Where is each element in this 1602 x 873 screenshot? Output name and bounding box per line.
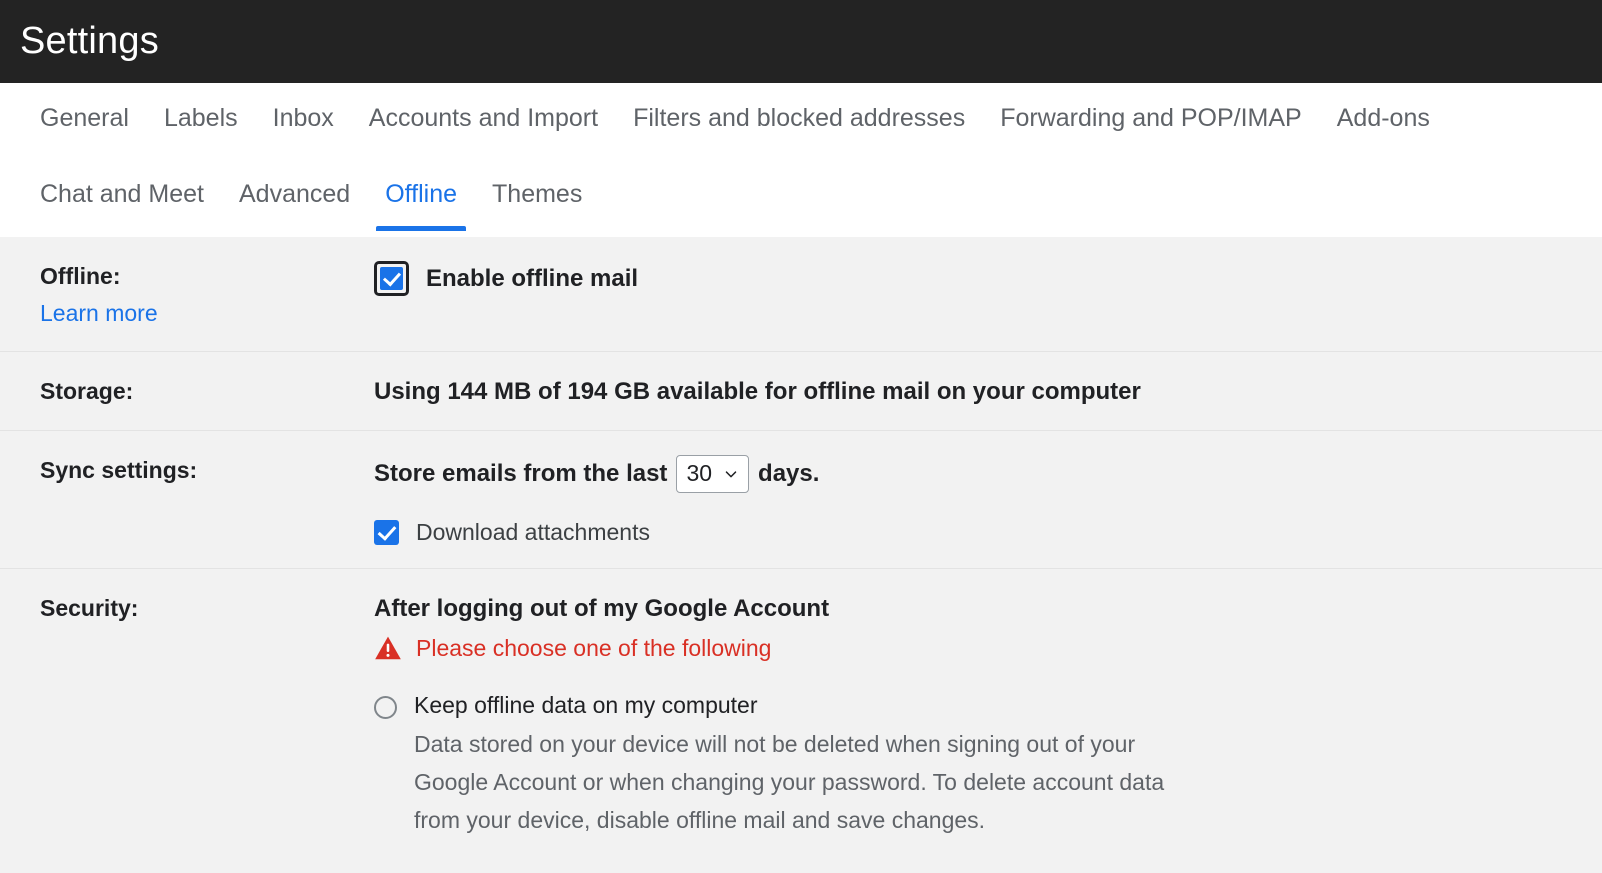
tab-advanced[interactable]: Advanced	[239, 179, 350, 231]
enable-offline-mail-label[interactable]: Enable offline mail	[426, 265, 638, 293]
download-attachments-label[interactable]: Download attachments	[416, 519, 650, 546]
offline-row-label: Offline: Learn more	[40, 259, 374, 329]
setting-row-offline: Offline: Learn more Enable offline mail	[0, 237, 1602, 352]
warning-triangle-icon	[374, 635, 402, 661]
settings-header: Settings	[0, 0, 1602, 83]
keep-offline-data-body: Keep offline data on my computer Data st…	[414, 689, 1602, 839]
tab-forwarding-and-pop-imap[interactable]: Forwarding and POP/IMAP	[1000, 103, 1302, 155]
security-section-title: After logging out of my Google Account	[374, 593, 1602, 625]
offline-row-content: Enable offline mail	[374, 259, 1602, 329]
keep-offline-data-title[interactable]: Keep offline data on my computer	[414, 689, 1602, 721]
setting-row-storage: Storage: Using 144 MB of 194 GB availabl…	[0, 352, 1602, 431]
setting-row-sync-settings: Sync settings: Store emails from the las…	[0, 431, 1602, 569]
download-attachments-checkbox[interactable]	[374, 520, 399, 545]
tab-row-secondary: Chat and Meet Advanced Offline Themes	[40, 160, 1562, 237]
storage-row-content: Using 144 MB of 194 GB available for off…	[374, 374, 1602, 408]
store-emails-prefix: Store emails from the last	[374, 460, 667, 488]
page-title: Settings	[20, 20, 159, 63]
tab-chat-and-meet[interactable]: Chat and Meet	[40, 179, 204, 231]
security-row-label: Security:	[40, 591, 374, 839]
security-warning: Please choose one of the following	[374, 633, 1602, 663]
security-warning-text: Please choose one of the following	[416, 633, 771, 663]
storage-usage-text: Using 144 MB of 194 GB available for off…	[374, 376, 1602, 408]
keep-offline-data-description: Data stored on your device will not be d…	[414, 725, 1204, 839]
tab-themes[interactable]: Themes	[492, 179, 582, 231]
checkmark-icon	[380, 267, 403, 290]
security-option-keep-offline-data[interactable]: Keep offline data on my computer Data st…	[374, 689, 1602, 839]
tab-filters-and-blocked-addresses[interactable]: Filters and blocked addresses	[633, 103, 965, 155]
tab-row-primary: General Labels Inbox Accounts and Import…	[40, 83, 1562, 160]
tab-accounts-and-import[interactable]: Accounts and Import	[369, 103, 598, 155]
tab-add-ons[interactable]: Add-ons	[1337, 103, 1430, 155]
learn-more-link[interactable]: Learn more	[40, 298, 158, 329]
store-emails-suffix: days.	[758, 460, 819, 488]
settings-content: Offline: Learn more Enable offline mail …	[0, 237, 1602, 861]
download-attachments-control[interactable]: Download attachments	[374, 519, 1602, 546]
chevron-down-icon	[722, 465, 740, 483]
enable-offline-mail-control[interactable]: Enable offline mail	[374, 261, 1602, 296]
sync-days-value: 30	[686, 460, 712, 487]
store-emails-line: Store emails from the last 30 days.	[374, 455, 1602, 493]
setting-row-security: Security: After logging out of my Google…	[0, 569, 1602, 861]
security-row-content: After logging out of my Google Account P…	[374, 591, 1602, 839]
tab-inbox[interactable]: Inbox	[273, 103, 334, 155]
sync-days-select[interactable]: 30	[676, 455, 749, 493]
tab-general[interactable]: General	[40, 103, 129, 155]
settings-tab-bar: General Labels Inbox Accounts and Import…	[0, 83, 1602, 237]
sync-settings-row-label: Sync settings:	[40, 453, 374, 546]
tab-offline[interactable]: Offline	[385, 179, 457, 231]
enable-offline-mail-checkbox[interactable]	[374, 261, 409, 296]
offline-label-text: Offline:	[40, 263, 121, 289]
tab-labels[interactable]: Labels	[164, 103, 238, 155]
sync-settings-row-content: Store emails from the last 30 days. Down…	[374, 453, 1602, 546]
storage-row-label: Storage:	[40, 374, 374, 408]
keep-offline-data-radio[interactable]	[374, 696, 397, 719]
